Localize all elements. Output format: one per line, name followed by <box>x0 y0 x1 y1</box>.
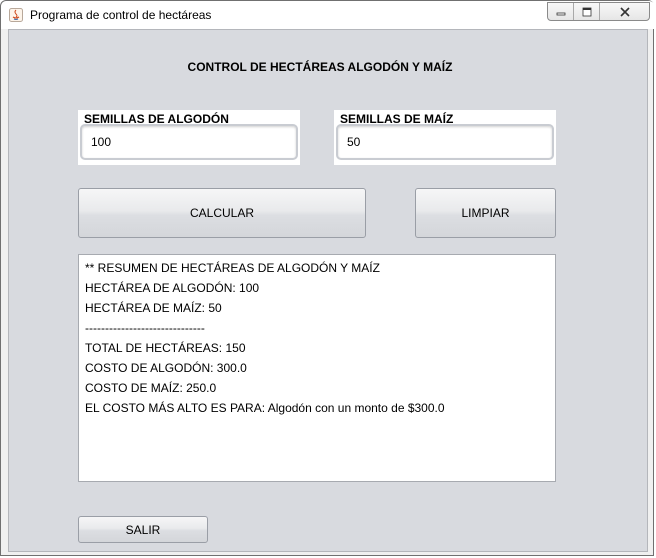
algodon-input[interactable]: 100 <box>80 124 298 160</box>
minimize-icon <box>556 12 565 15</box>
window-controls <box>547 2 650 21</box>
output-line: ** RESUMEN DE HECTÁREAS DE ALGODÓN Y MAÍ… <box>85 261 380 275</box>
close-icon <box>619 6 630 17</box>
output-line: HECTÁREA DE MAÍZ: 50 <box>85 301 222 315</box>
output-line: EL COSTO MÁS ALTO ES PARA: Algodón con u… <box>85 401 445 415</box>
salir-button-label: SALIR <box>125 522 161 537</box>
window-title: Programa de control de hectáreas <box>30 8 212 22</box>
algodon-field-group: SEMILLAS DE ALGODÓN 100 <box>78 110 300 165</box>
close-button[interactable] <box>600 3 649 20</box>
maiz-input[interactable]: 50 <box>336 124 554 160</box>
title-bar[interactable]: Programa de control de hectáreas <box>1 1 655 29</box>
output-line: COSTO DE ALGODÓN: 300.0 <box>85 361 247 375</box>
minimize-button[interactable] <box>548 3 574 20</box>
maximize-button[interactable] <box>574 3 600 20</box>
salir-button[interactable]: SALIR <box>78 516 208 543</box>
output-line: COSTO DE MAÍZ: 250.0 <box>85 381 217 395</box>
calcular-button[interactable]: CALCULAR <box>78 188 366 238</box>
limpiar-button-label: LIMPIAR <box>461 206 510 220</box>
calcular-button-label: CALCULAR <box>189 206 255 220</box>
output-line: HECTÁREA DE ALGODÓN: 100 <box>85 281 260 295</box>
result-textarea[interactable]: ** RESUMEN DE HECTÁREAS DE ALGODÓN Y MAÍ… <box>78 254 556 482</box>
output-line: ------------------------------ <box>85 321 205 335</box>
app-window: Programa de control de hectáreas CONTROL… <box>0 0 655 556</box>
maiz-field-group: SEMILLAS DE MAÍZ 50 <box>334 110 556 165</box>
limpiar-button[interactable]: LIMPIAR <box>415 188 556 238</box>
page-title: CONTROL DE HECTÁREAS ALGODÓN Y MAÍZ <box>187 60 453 74</box>
maximize-icon <box>582 7 591 16</box>
output-line: TOTAL DE HECTÁREAS: 150 <box>85 341 246 355</box>
content-panel: CONTROL DE HECTÁREAS ALGODÓN Y MAÍZ SEMI… <box>8 29 648 552</box>
java-icon <box>9 8 23 22</box>
